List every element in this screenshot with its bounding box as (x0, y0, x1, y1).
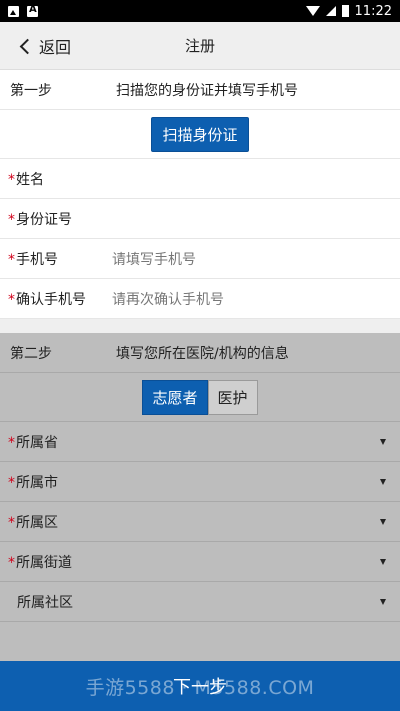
battery-icon (341, 5, 349, 17)
back-button[interactable]: 返回 (18, 22, 71, 70)
community-label: 所属社区 (17, 594, 73, 611)
phone-input[interactable]: 请填写手机号 (112, 249, 196, 269)
scan-id-button[interactable]: 扫描身份证 (151, 116, 249, 152)
step2-label: 第二步 (10, 345, 52, 362)
signal-icon (325, 6, 336, 16)
step1-header: 第一步 扫描您的身份证并填写手机号 (0, 70, 400, 110)
confirm-phone-field[interactable]: *确认手机号 请再次确认手机号 (0, 279, 400, 319)
step1-section: 第一步 扫描您的身份证并填写手机号 扫描身份证 *姓名 *身份证号 *手机号 请… (0, 70, 400, 319)
province-label: *所属省 (8, 434, 58, 451)
back-label: 返回 (39, 38, 72, 57)
confirm-phone-input[interactable]: 请再次确认手机号 (112, 289, 224, 309)
dropdown-arrow-icon (380, 519, 386, 525)
street-label: *所属街道 (8, 554, 72, 571)
required-mark: * (8, 251, 15, 268)
top-bar: 返回 注册 (0, 22, 400, 70)
role-toggle: 志愿者 医护 (142, 379, 258, 415)
required-mark: * (8, 291, 15, 308)
required-mark: * (8, 474, 15, 491)
scan-row: 扫描身份证 (0, 110, 400, 159)
required-mark: * (8, 514, 15, 531)
phone-label: *手机号 (8, 251, 58, 268)
image-notification-icon (8, 5, 19, 17)
dropdown-arrow-icon (380, 439, 386, 445)
phone-field[interactable]: *手机号 请填写手机号 (0, 239, 400, 279)
step2-text: 填写您所在医院/机构的信息 (116, 345, 289, 362)
name-field[interactable]: *姓名 (0, 159, 400, 199)
dropdown-arrow-icon (380, 559, 386, 565)
confirm-phone-label: *确认手机号 (8, 291, 86, 308)
app-notification-icon (27, 4, 38, 17)
street-select[interactable]: *所属街道 (0, 542, 400, 582)
role-volunteer-tab[interactable]: 志愿者 (142, 379, 208, 415)
role-toggle-row: 志愿者 医护 (0, 373, 400, 422)
name-label: *姓名 (8, 171, 44, 188)
role-medical-tab[interactable]: 医护 (207, 379, 258, 415)
required-mark: * (8, 211, 15, 228)
id-number-label: *身份证号 (8, 211, 72, 228)
required-mark: * (8, 171, 15, 188)
section-gap (0, 319, 400, 333)
dropdown-arrow-icon (380, 599, 386, 605)
community-select[interactable]: 所属社区 (0, 582, 400, 622)
city-select[interactable]: *所属市 (0, 462, 400, 502)
chevron-left-icon (19, 38, 36, 54)
required-mark: * (8, 434, 15, 451)
step1-label: 第一步 (10, 82, 52, 99)
id-number-field[interactable]: *身份证号 (0, 199, 400, 239)
district-label: *所属区 (8, 514, 58, 531)
province-select[interactable]: *所属省 (0, 422, 400, 462)
wifi-icon (305, 6, 320, 16)
next-step-button[interactable]: 手游5588 · M5588.COM 下一步 (0, 661, 400, 711)
step2-header: 第二步 填写您所在医院/机构的信息 (0, 333, 400, 373)
next-step-label: 下一步 (173, 677, 227, 698)
dropdown-arrow-icon (380, 479, 386, 485)
step1-text: 扫描您的身份证并填写手机号 (116, 82, 298, 99)
city-label: *所属市 (8, 474, 58, 491)
district-select[interactable]: *所属区 (0, 502, 400, 542)
step2-section: 第二步 填写您所在医院/机构的信息 志愿者 医护 *所属省 *所属市 *所属区 … (0, 333, 400, 661)
required-mark: * (8, 554, 15, 571)
status-time: 11:22 (354, 3, 392, 19)
status-bar: 11:22 (0, 0, 400, 22)
